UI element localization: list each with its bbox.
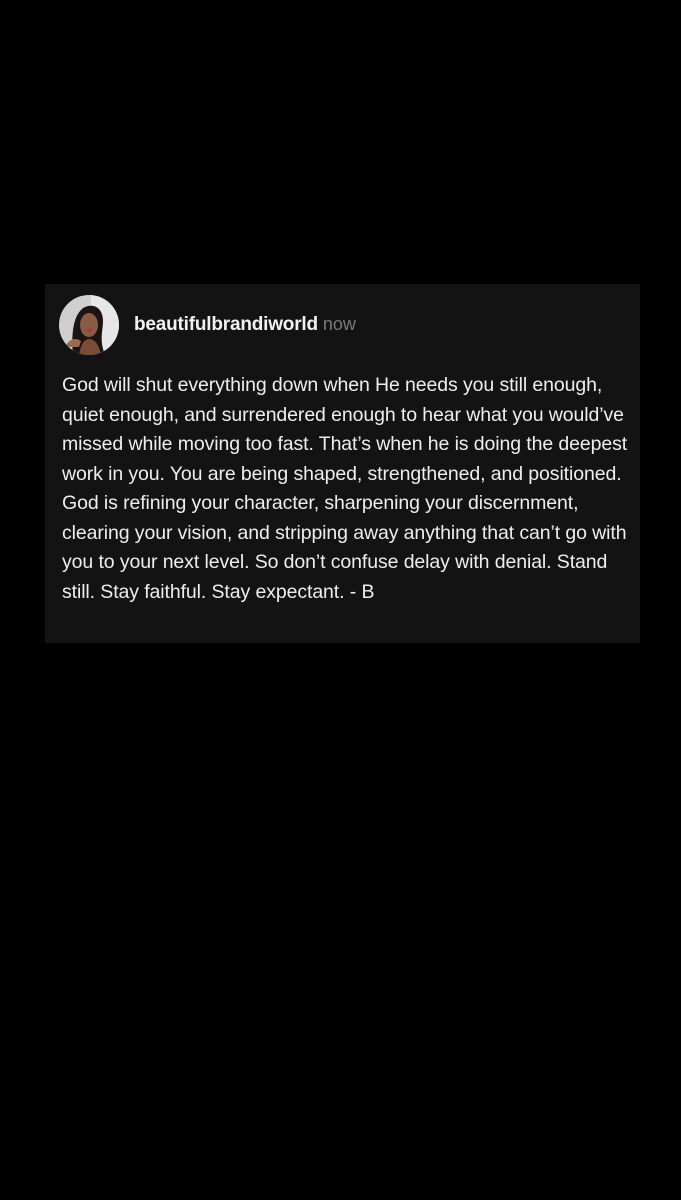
- timestamp: now: [322, 314, 356, 334]
- post-card: beautifulbrandiworld now God will shut e…: [45, 284, 640, 643]
- profile-photo-icon: [59, 295, 119, 355]
- avatar[interactable]: [59, 295, 119, 355]
- post-body: God will shut everything down when He ne…: [62, 374, 628, 603]
- post-meta: beautifulbrandiworld now: [134, 314, 356, 336]
- post-header: beautifulbrandiworld now: [59, 295, 356, 355]
- username[interactable]: beautifulbrandiworld: [134, 314, 318, 336]
